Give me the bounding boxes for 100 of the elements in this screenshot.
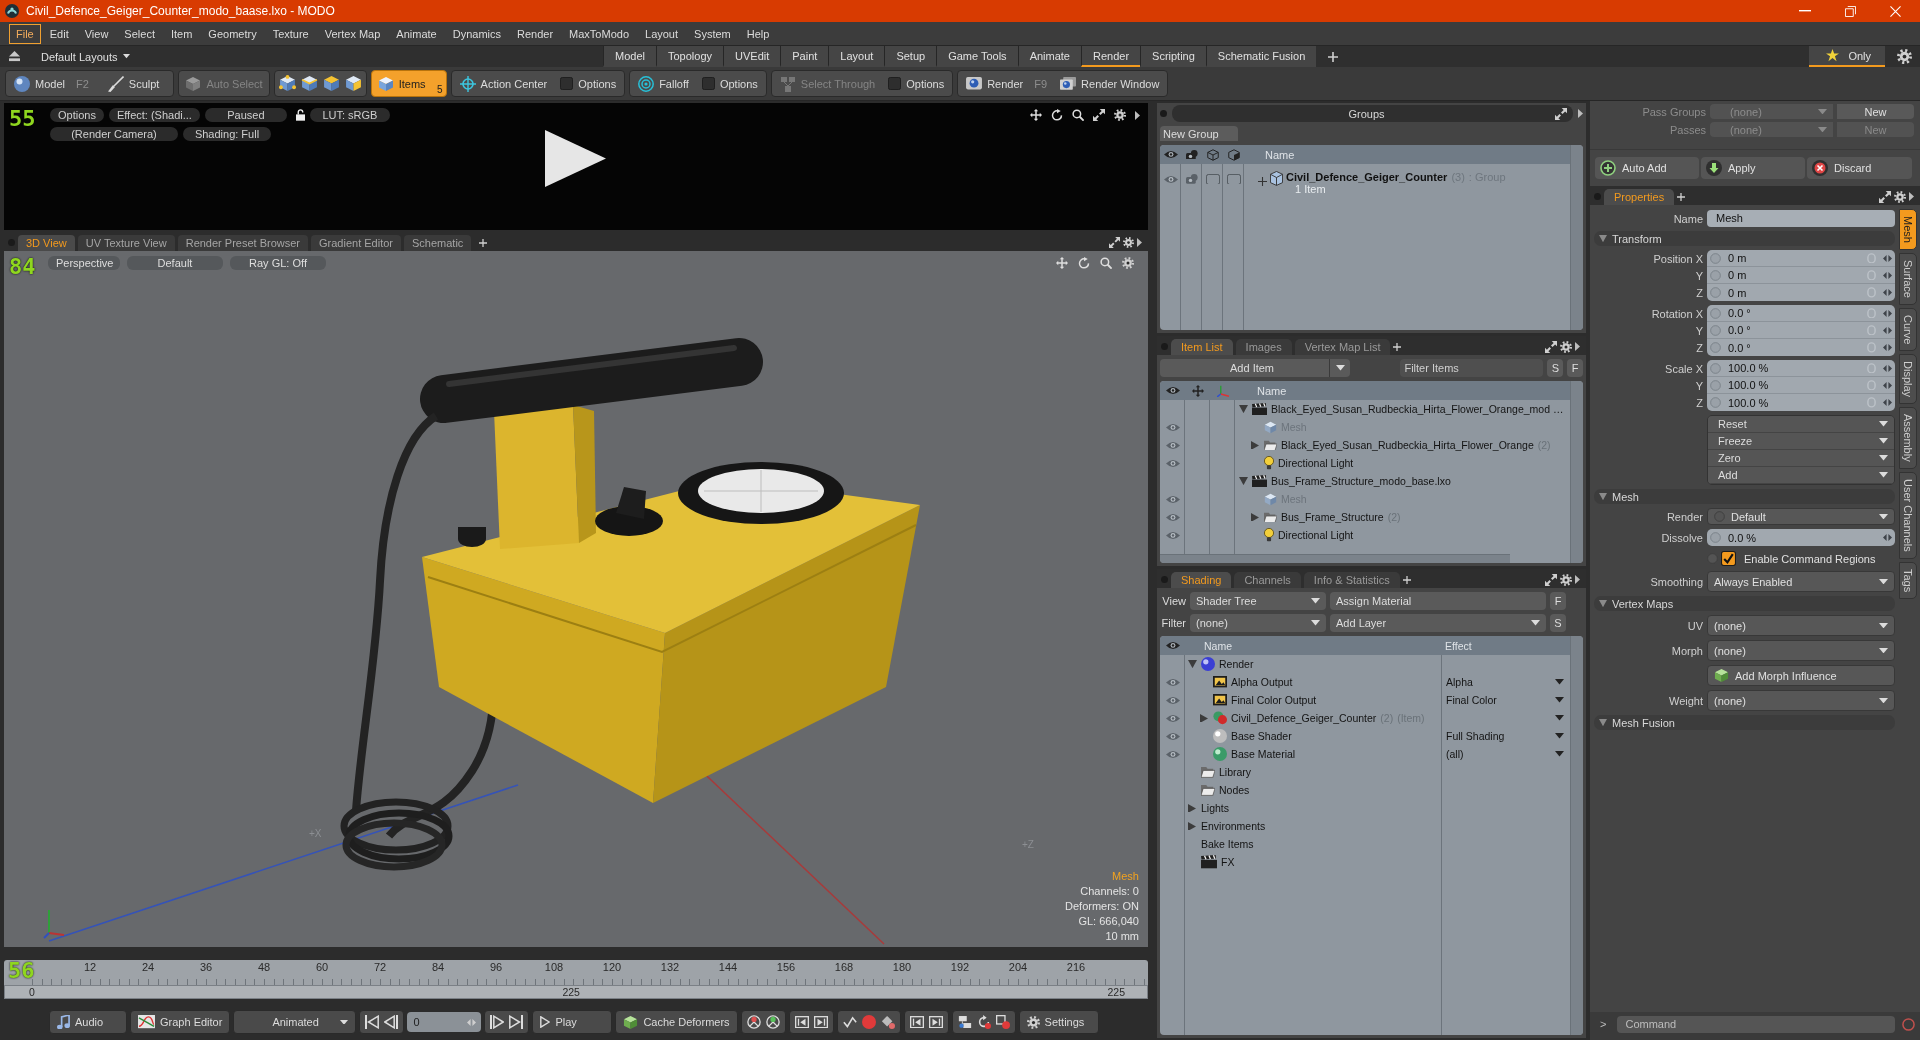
assign-material-button[interactable]: Assign Material	[1330, 592, 1546, 610]
tree-item[interactable]: Environments	[1201, 820, 1266, 832]
eye-icon[interactable]	[1165, 695, 1180, 705]
previous-key-icon[interactable]	[794, 1015, 809, 1029]
caret-down-icon[interactable]	[1555, 697, 1564, 703]
eye-icon[interactable]	[1165, 494, 1180, 504]
caret-right-icon[interactable]	[1578, 109, 1583, 118]
tree-item[interactable]: FX	[1221, 856, 1235, 868]
options-toggle[interactable]: Options	[695, 71, 764, 96]
tree-item[interactable]: Base Shader	[1231, 730, 1292, 742]
dropdown[interactable]: Freeze	[1708, 433, 1894, 450]
menu-item[interactable]: Layout	[638, 23, 686, 44]
dropdown[interactable]: Zero	[1708, 450, 1894, 467]
add-item-button[interactable]: Add Item	[1160, 359, 1351, 377]
menu-item[interactable]: View	[77, 23, 116, 44]
add-morph-button[interactable]: Add Morph Influence	[1707, 665, 1895, 686]
eye-icon[interactable]	[1165, 440, 1180, 450]
action-button[interactable]: Auto Add	[1595, 157, 1699, 179]
preview-button[interactable]: Effect: (Shadi...	[108, 108, 200, 122]
number-field[interactable]: 0 m	[1707, 267, 1895, 284]
caret-down-icon[interactable]	[1555, 715, 1564, 721]
network-icon[interactable]	[957, 1015, 972, 1029]
tree-item[interactable]: Directional Light	[1278, 457, 1354, 469]
eye-icon[interactable]	[1165, 713, 1180, 723]
eye-icon[interactable]	[1165, 641, 1180, 650]
layout-tab[interactable]: Topology	[655, 46, 723, 67]
minimize-icon[interactable]	[1799, 10, 1811, 12]
toggle-button[interactable]: F	[1550, 592, 1566, 610]
menu-item[interactable]: File	[9, 23, 41, 44]
cube-icon[interactable]	[344, 75, 362, 92]
tree-item[interactable]: Nodes	[1219, 784, 1250, 796]
menu-item[interactable]: Texture	[265, 23, 316, 44]
side-tab[interactable]: Curve	[1899, 307, 1917, 352]
tree-item[interactable]: Library	[1219, 766, 1252, 778]
toolbar-button[interactable]: Render Window	[1054, 71, 1166, 96]
step-back-icon[interactable]	[384, 1015, 399, 1029]
maximize-icon[interactable]	[1545, 340, 1557, 353]
layout-tab[interactable]: Game Tools	[936, 46, 1018, 67]
eye-icon[interactable]	[1165, 422, 1180, 432]
tree-item[interactable]: Base Material	[1231, 748, 1296, 760]
checkbox-icon[interactable]	[1721, 551, 1736, 566]
search-icon[interactable]	[1072, 109, 1084, 121]
layout-tab[interactable]: UVEdit	[723, 46, 781, 67]
panel-tab[interactable]: Shading	[1171, 572, 1232, 588]
skip-start-icon[interactable]	[365, 1015, 380, 1029]
view-option-button[interactable]: Ray GL: Off	[230, 256, 326, 270]
eye-icon[interactable]	[1165, 386, 1180, 395]
layout-tab[interactable]: Scripting	[1140, 46, 1206, 67]
plus-icon[interactable]	[1258, 177, 1267, 186]
group-name[interactable]: Civil_Defence_Geiger_Counter	[1286, 171, 1448, 183]
camera-dropdown[interactable]: (Render Camera)	[50, 127, 178, 141]
dropdown[interactable]: Reset	[1708, 416, 1894, 433]
mode-dropdown[interactable]: Animated	[233, 1010, 357, 1034]
tree-item[interactable]: Render	[1219, 658, 1254, 670]
cube-icon[interactable]	[322, 75, 340, 92]
section-header[interactable]: Mesh Fusion	[1594, 715, 1895, 730]
number-field[interactable]: 0.0 °	[1707, 322, 1895, 339]
next-key-icon[interactable]	[813, 1015, 828, 1029]
maximize-icon[interactable]	[1109, 237, 1120, 248]
options-toggle[interactable]: Options	[554, 71, 623, 96]
tree-item[interactable]: Alpha Output	[1231, 676, 1293, 688]
preview-button[interactable]: Options	[50, 108, 104, 122]
panel-tab[interactable]: Images	[1235, 339, 1292, 355]
number-field[interactable]: 100.0 %	[1707, 394, 1895, 411]
menu-item[interactable]: MaxToModo	[562, 23, 636, 44]
eye-icon[interactable]	[1165, 749, 1180, 759]
panel-tab[interactable]: Vertex Map List	[1294, 339, 1391, 355]
layout-tab[interactable]: Model	[603, 46, 656, 67]
layout-tab[interactable]: Paint	[780, 46, 829, 67]
toggle-button[interactable]: S	[1550, 614, 1566, 632]
menu-item[interactable]: Edit	[42, 23, 76, 44]
scrollbar[interactable]	[1160, 554, 1510, 563]
number-field[interactable]: 0 m	[1707, 284, 1895, 301]
gauge-icon[interactable]	[765, 1015, 780, 1029]
toggle-box-icon[interactable]	[1205, 173, 1220, 185]
tree-item[interactable]: Bake Items	[1201, 838, 1254, 850]
previous-key-icon[interactable]	[909, 1015, 924, 1029]
caret-right-icon[interactable]	[1575, 575, 1580, 584]
view-option-button[interactable]: Perspective	[48, 256, 120, 270]
dropdown[interactable]: (none)	[1707, 640, 1895, 661]
toolbar-button[interactable]: Model F2	[8, 71, 101, 96]
layout-tab[interactable]: Render	[1081, 46, 1141, 67]
caret-down-icon[interactable]	[1238, 476, 1248, 486]
toolbar-button[interactable]: Items 5	[370, 70, 447, 97]
view-tab[interactable]: Gradient Editor	[311, 235, 401, 251]
number-field[interactable]: 0 m	[1707, 250, 1895, 267]
keyframe-icon[interactable]	[880, 1015, 895, 1029]
menu-item[interactable]: Animate	[389, 23, 444, 44]
dropdown[interactable]: Always Enabled	[1707, 571, 1895, 592]
eye-icon[interactable]	[1165, 458, 1180, 468]
only-button[interactable]: Only	[1809, 46, 1885, 67]
dropdown[interactable]: Add Layer	[1330, 614, 1546, 632]
cube-outline-icon[interactable]	[1206, 148, 1219, 161]
settings-icon[interactable]	[1123, 237, 1134, 248]
tree-item[interactable]: Bus_Frame_Structure_modo_base.lxo	[1271, 475, 1451, 487]
step-forward-icon[interactable]	[490, 1015, 505, 1029]
menu-item[interactable]: Help	[739, 23, 777, 44]
number-field[interactable]: 100.0 %	[1707, 377, 1895, 394]
caret-right-icon[interactable]	[1575, 342, 1580, 351]
caret-right-icon[interactable]	[1137, 238, 1142, 247]
